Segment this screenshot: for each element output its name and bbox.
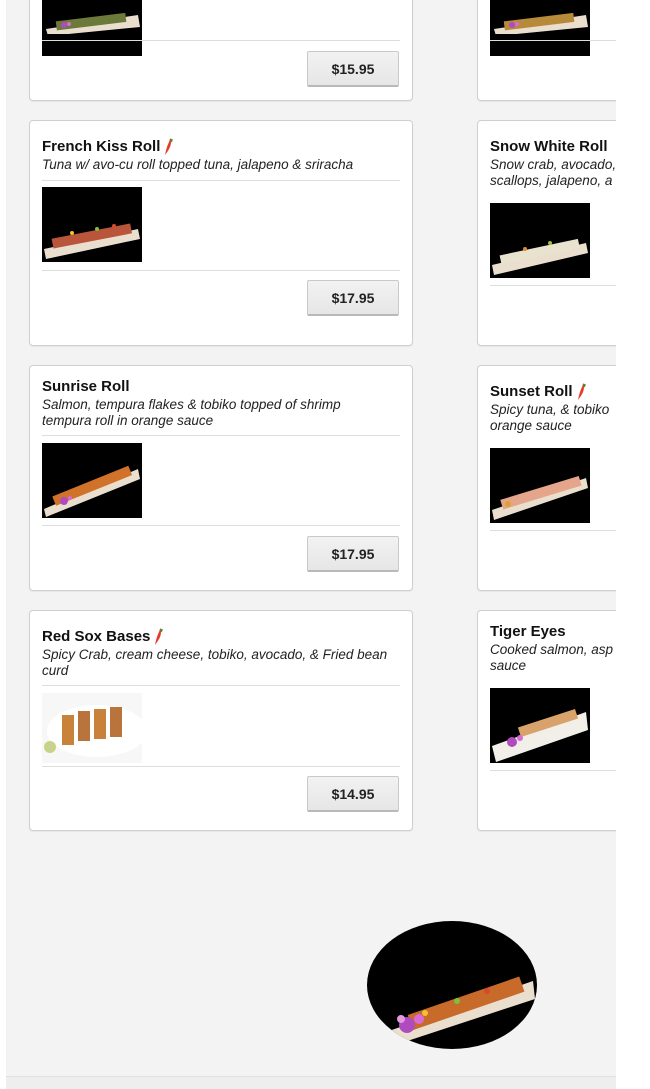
divider	[490, 285, 616, 286]
divider	[42, 435, 400, 436]
menu-item-card: Sunrise Roll Salmon, tempura flakes & to…	[29, 365, 413, 591]
divider	[42, 40, 400, 41]
menu-item-name[interactable]: Sunrise Roll	[42, 378, 130, 396]
menu-item-image[interactable]	[42, 187, 142, 262]
menu-item-card	[477, 0, 616, 101]
menu-item-name[interactable]: Snow White Roll	[490, 138, 608, 156]
enlarged-roll-image[interactable]	[367, 921, 537, 1049]
divider	[490, 40, 616, 41]
menu-item-description: Spicy tuna, & tobiko orange sauce	[490, 402, 610, 433]
menu-item-name[interactable]: Tiger Eyes	[490, 623, 566, 641]
menu-item-card: Sunset Roll Spicy tuna, & tobiko orange …	[477, 365, 616, 591]
menu-item-card: Red Sox Bases Spicy Crab, cream cheese, …	[29, 610, 413, 831]
footer-strip	[6, 1076, 616, 1089]
menu-item-description: Tuna w/ avo-cu roll topped tuna, jalapen…	[42, 157, 354, 172]
divider	[42, 766, 400, 767]
menu-item-card: French Kiss Roll Tuna w/ avo-cu roll top…	[29, 120, 413, 346]
menu-item-image[interactable]	[490, 688, 590, 763]
menu-item-image[interactable]	[490, 448, 590, 523]
divider	[42, 270, 400, 271]
menu-item-name: Sunset Roll	[490, 383, 573, 400]
menu-item-image[interactable]	[42, 0, 142, 56]
menu-item-image[interactable]	[42, 443, 142, 518]
menu-item-description: Salmon, tempura flakes & tobiko topped o…	[42, 397, 341, 428]
menu-item-name: Red Sox Bases	[42, 628, 151, 645]
price-button[interactable]: $17.95	[307, 536, 399, 572]
price-button[interactable]: $14.95	[307, 776, 399, 812]
divider	[490, 530, 616, 531]
menu-item-card: Snow White Roll Snow crab, avocado, scal…	[477, 120, 616, 346]
price-button[interactable]: $17.95	[307, 280, 399, 316]
menu-item-image[interactable]	[490, 0, 590, 56]
price-button[interactable]: $15.95	[307, 51, 399, 87]
divider	[42, 180, 400, 181]
menu-item-description: Snow crab, avocado, scallops, jalapeno, …	[490, 157, 616, 188]
menu-item-card: Tiger Eyes Cooked salmon, asp sauce	[477, 610, 616, 831]
menu-list-panel: $15.95 French Kiss Roll Tuna w/ avo-cu r…	[6, 0, 616, 1076]
menu-item-image[interactable]	[490, 203, 590, 278]
menu-item-card: $15.95	[29, 0, 413, 101]
menu-item-image[interactable]	[42, 693, 142, 763]
menu-item-description: Cooked salmon, asp sauce	[490, 642, 614, 673]
menu-item-name: French Kiss Roll	[42, 138, 161, 155]
divider	[42, 525, 400, 526]
divider	[42, 685, 400, 686]
menu-item-description: Spicy Crab, cream cheese, tobiko, avocad…	[42, 647, 388, 678]
divider	[490, 770, 616, 771]
